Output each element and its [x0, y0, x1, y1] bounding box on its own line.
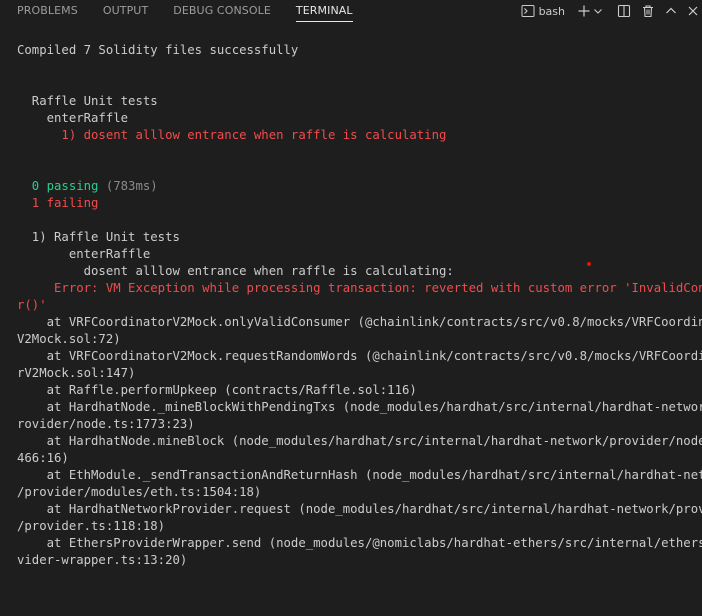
terminal-line: 1) Raffle Unit tests [17, 230, 180, 244]
chevron-up-icon [666, 7, 676, 14]
stack-trace-line: V2Mock.sol:72) [17, 332, 121, 346]
new-terminal-button[interactable] [577, 0, 591, 22]
terminal-dropdown-button[interactable] [593, 0, 603, 22]
tab-problems[interactable]: PROBLEMS [17, 0, 78, 22]
stack-trace-line: vider-wrapper.ts:13:20) [17, 553, 188, 567]
panel-actions: bash [521, 0, 702, 22]
vscode-panel: PROBLEMS OUTPUT DEBUG CONSOLE TERMINAL b… [0, 0, 702, 616]
terminal-line: dosent alllow entrance when raffle is ca… [17, 264, 454, 278]
stack-trace-line: at HardhatNetworkProvider.request (node_… [17, 502, 702, 516]
terminal-line: enterRaffle [17, 247, 151, 261]
split-terminal-button[interactable] [617, 0, 631, 22]
passing-count: 0 passing [17, 179, 99, 193]
maximize-panel-button[interactable] [665, 0, 677, 22]
passing-summary: 0 passing (783ms) [17, 178, 697, 195]
terminal-output[interactable]: Compiled 7 Solidity files successfully R… [17, 42, 702, 569]
error-message: Error: VM Exception while processing tra… [17, 281, 702, 295]
stack-trace-line: 466:16) [17, 451, 69, 465]
terminal-icon [521, 5, 535, 17]
tab-debug-console[interactable]: DEBUG CONSOLE [173, 0, 271, 22]
kill-terminal-button[interactable] [641, 0, 655, 22]
mouse-cursor-dot [587, 262, 591, 266]
stack-trace-line: at EthersProviderWrapper.send (node_modu… [17, 536, 702, 550]
stack-trace-line: at Raffle.performUpkeep (contracts/Raffl… [17, 383, 417, 397]
close-icon [688, 6, 698, 16]
failing-summary: 1 failing [17, 196, 99, 210]
chevron-down-icon [594, 9, 602, 14]
tab-terminal[interactable]: TERMINAL [295, 0, 353, 22]
passing-duration: (783ms) [98, 179, 158, 193]
terminal-line: Compiled 7 Solidity files successfully [17, 43, 299, 57]
panel-tabs: PROBLEMS OUTPUT DEBUG CONSOLE TERMINAL [0, 0, 378, 22]
stack-trace-line: rV2Mock.sol:147) [17, 366, 136, 380]
stack-trace-line: rovider/node.ts:1773:23) [17, 417, 195, 431]
shell-name: bash [538, 4, 565, 18]
stack-trace-line: at VRFCoordinatorV2Mock.onlyValidConsume… [17, 315, 702, 329]
tab-output[interactable]: OUTPUT [103, 0, 148, 22]
failing-test-title: 1) dosent alllow entrance when raffle is… [17, 128, 447, 142]
stack-trace-line: /provider.ts:118:18) [17, 519, 166, 533]
panel-header: PROBLEMS OUTPUT DEBUG CONSOLE TERMINAL b… [0, 0, 702, 22]
stack-trace-line: at HardhatNode.mineBlock (node_modules/h… [17, 434, 702, 448]
stack-trace-line: at VRFCoordinatorV2Mock.requestRandomWor… [17, 349, 702, 363]
trash-icon [643, 5, 653, 18]
split-icon [617, 4, 631, 18]
error-message-cont: r()' [17, 298, 47, 312]
status-bar [0, 608, 702, 616]
terminal-line: Raffle Unit tests [17, 94, 158, 108]
plus-icon [578, 5, 590, 17]
terminal-line: enterRaffle [17, 111, 129, 125]
terminal-shell-selector[interactable]: bash [521, 0, 565, 22]
stack-trace-line: /provider/modules/eth.ts:1504:18) [17, 485, 262, 499]
stack-trace-line: at HardhatNode._mineBlockWithPendingTxs … [17, 400, 702, 414]
close-panel-button[interactable] [687, 0, 699, 22]
stack-trace-line: at EthModule._sendTransactionAndReturnHa… [17, 468, 702, 482]
